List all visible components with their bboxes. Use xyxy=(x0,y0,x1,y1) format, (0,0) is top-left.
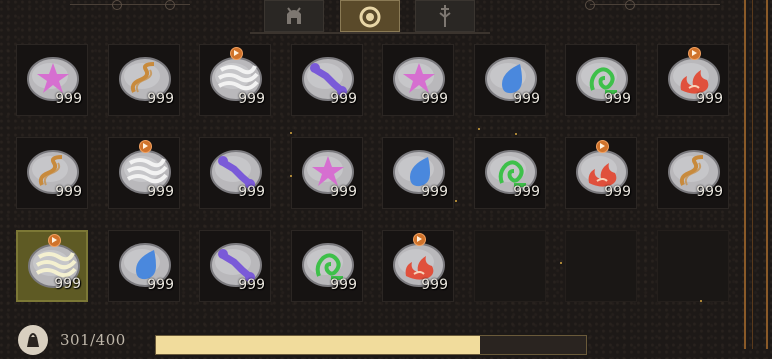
ornament-line-right xyxy=(590,4,720,5)
item-count: 999 xyxy=(330,91,357,107)
sparkle xyxy=(455,200,457,202)
sparkle xyxy=(560,262,562,264)
play-badge-icon xyxy=(48,234,61,247)
item-count: 999 xyxy=(513,91,540,107)
frame-border-outer xyxy=(766,0,768,349)
frame-border xyxy=(744,0,746,349)
ornament-dot-right-2 xyxy=(625,0,635,10)
ring-icon xyxy=(359,6,381,28)
item-count: 999 xyxy=(55,91,82,107)
capacity-text: 301/400 xyxy=(60,331,126,349)
tab-underline xyxy=(250,32,490,34)
item-count: 999 xyxy=(421,277,448,293)
item-count: 999 xyxy=(147,184,174,200)
item-count: 999 xyxy=(696,91,723,107)
inventory-slot[interactable]: 999 xyxy=(16,44,88,116)
item-count: 999 xyxy=(421,184,448,200)
inventory-slot[interactable]: 999 xyxy=(382,230,454,302)
sparkle xyxy=(700,300,702,302)
bag-icon xyxy=(18,325,48,355)
sparkle xyxy=(290,132,292,134)
item-count: 999 xyxy=(238,91,265,107)
item-count: 999 xyxy=(238,277,265,293)
inventory-slot[interactable]: 999 xyxy=(16,230,88,302)
ring-tab[interactable] xyxy=(340,0,400,32)
helmet-icon xyxy=(287,7,301,24)
item-count: 999 xyxy=(330,277,357,293)
inventory-slot[interactable]: 999 xyxy=(108,230,180,302)
inventory-slot[interactable]: 999 xyxy=(657,44,729,116)
inventory-slot[interactable]: 999 xyxy=(291,137,363,209)
inventory-slot[interactable]: 999 xyxy=(291,230,363,302)
inventory-slot[interactable]: 999 xyxy=(565,137,637,209)
inventory-slot[interactable]: 999 xyxy=(199,44,271,116)
weapon-tab[interactable] xyxy=(415,0,475,32)
play-badge-icon xyxy=(596,140,609,153)
crossed-swords-icon xyxy=(439,5,451,27)
item-count: 999 xyxy=(55,184,82,200)
sparkle xyxy=(515,133,517,135)
item-count: 999 xyxy=(238,184,265,200)
inventory-slot[interactable]: 999 xyxy=(108,44,180,116)
inventory-slot[interactable]: 999 xyxy=(474,137,546,209)
helmet-tab[interactable] xyxy=(264,0,324,32)
item-count: 999 xyxy=(604,184,631,200)
item-count: 999 xyxy=(147,277,174,293)
capacity-bar-fill xyxy=(156,336,480,354)
inventory-slot[interactable]: 999 xyxy=(382,137,454,209)
inventory-slot[interactable]: 999 xyxy=(382,44,454,116)
ornament-dot-left xyxy=(112,0,122,10)
inventory-slot[interactable]: 999 xyxy=(199,137,271,209)
frame-border-inner xyxy=(752,0,753,349)
item-count: 999 xyxy=(421,91,448,107)
inventory-slot[interactable]: 999 xyxy=(108,137,180,209)
inventory-slot[interactable]: 999 xyxy=(291,44,363,116)
item-count: 999 xyxy=(54,276,81,292)
capacity-bar xyxy=(155,335,587,355)
inventory-slot[interactable]: 999 xyxy=(474,44,546,116)
inventory-slot[interactable]: 999 xyxy=(565,44,637,116)
item-count: 999 xyxy=(330,184,357,200)
inventory-slot-empty[interactable] xyxy=(657,230,729,302)
play-badge-icon xyxy=(230,47,243,60)
play-badge-icon xyxy=(139,140,152,153)
ornament-dot-left-2 xyxy=(165,0,175,10)
item-count: 999 xyxy=(513,184,540,200)
item-count: 999 xyxy=(604,91,631,107)
sparkle xyxy=(290,175,292,177)
play-badge-icon xyxy=(413,233,426,246)
inventory-slot[interactable]: 999 xyxy=(657,137,729,209)
inventory-slot[interactable]: 999 xyxy=(16,137,88,209)
item-count: 999 xyxy=(696,184,723,200)
inventory-slot-empty[interactable] xyxy=(565,230,637,302)
sparkle xyxy=(478,128,480,130)
inventory-slot-empty[interactable] xyxy=(474,230,546,302)
item-count: 999 xyxy=(147,91,174,107)
play-badge-icon xyxy=(688,47,701,60)
inventory-slot[interactable]: 999 xyxy=(199,230,271,302)
ornament-dot-right xyxy=(585,0,595,10)
